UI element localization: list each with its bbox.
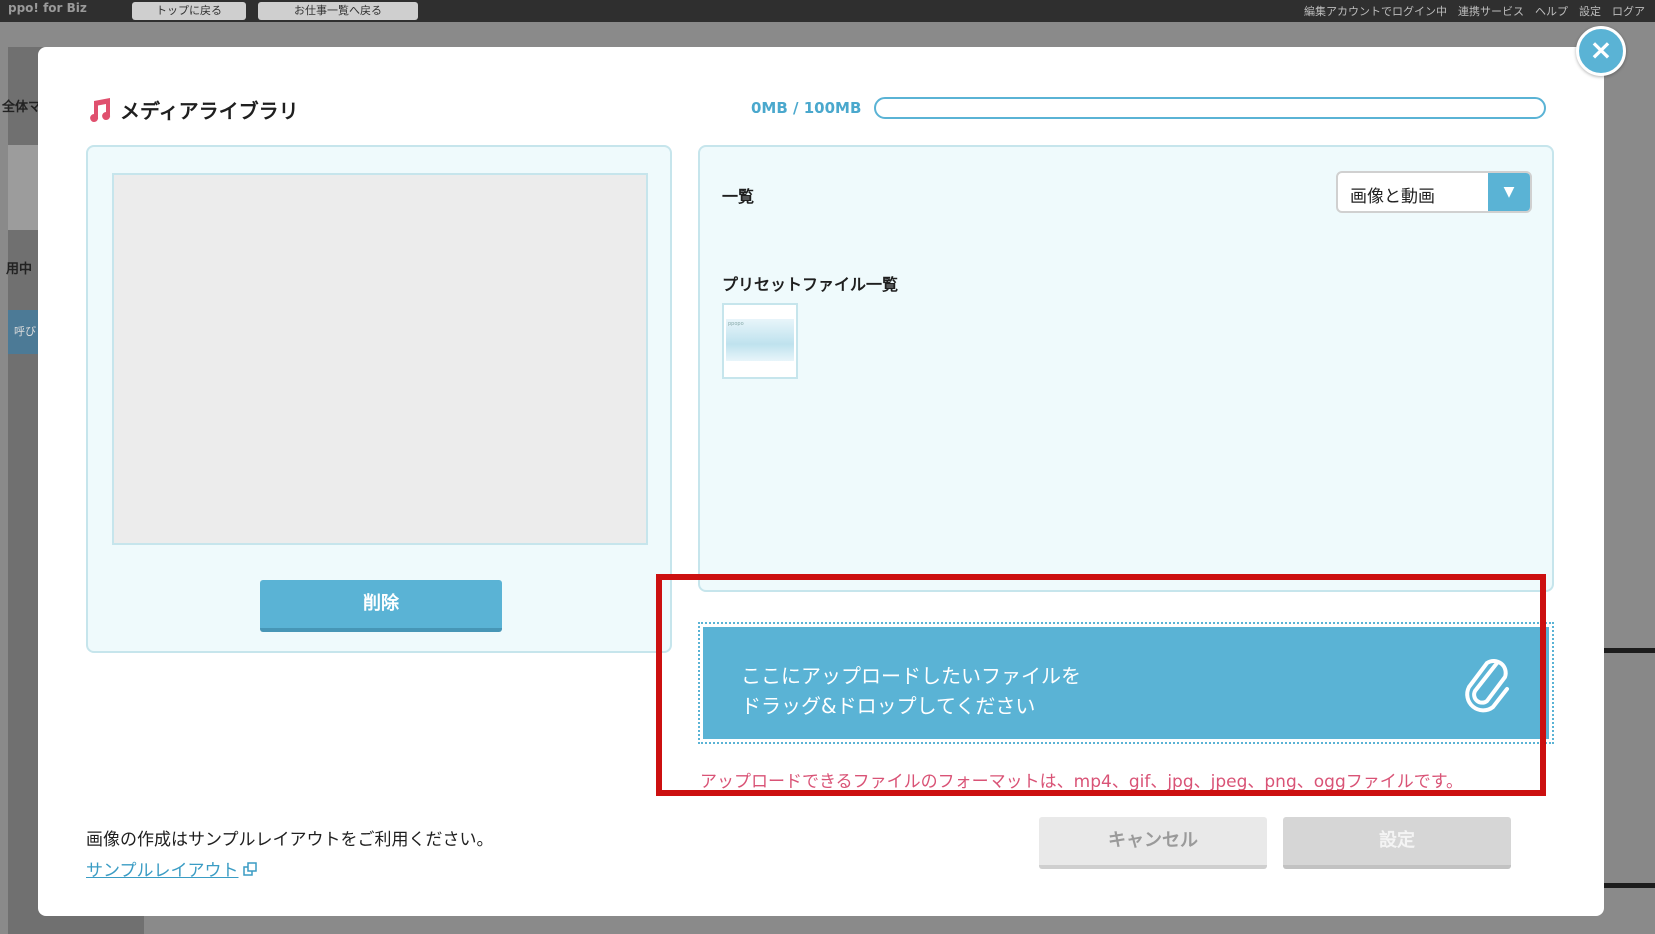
media-type-select[interactable]: 画像と動画 ▼ [1336, 171, 1532, 213]
sample-layout-link-text: サンプルレイアウト [86, 861, 239, 881]
file-list-panel: 一覧 画像と動画 ▼ プリセットファイル一覧 ppopo [698, 145, 1554, 592]
background-jobs-button: お仕事一覧へ戻る [258, 2, 418, 20]
thumbnail-text: ppopo [728, 321, 744, 327]
media-preview-area [112, 173, 648, 545]
background-text: 用中 [6, 262, 33, 277]
preset-file-thumbnail[interactable]: ppopo [722, 303, 798, 379]
background-button: 呼び [8, 310, 38, 354]
music-note-icon [90, 98, 111, 122]
modal-title: メディアライブラリ [86, 95, 299, 123]
background-top-button: トップに戻る [132, 2, 246, 20]
external-link-icon [242, 861, 257, 876]
media-type-select-value: 画像と動画 [1350, 187, 1435, 207]
cancel-button[interactable]: キャンセル [1039, 817, 1267, 869]
background-logo: ppo! for Biz [8, 1, 87, 15]
sample-layout-link[interactable]: サンプルレイアウト [86, 856, 257, 881]
storage-progress-bar [874, 97, 1546, 119]
confirm-button[interactable]: 設定 [1283, 817, 1511, 869]
highlight-annotation-box [656, 574, 1546, 796]
media-library-modal: メディアライブラリ 0MB / 100MB 削除 一覧 画像と動画 ▼ プリセッ… [38, 47, 1604, 916]
sample-layout-note: 画像の作成はサンプルレイアウトをご利用ください。 [86, 830, 494, 850]
chevron-down-icon: ▼ [1488, 173, 1530, 211]
background-text: 全体マ [2, 100, 42, 115]
preview-panel: 削除 [86, 145, 672, 653]
background-topbar: ppo! for Biz トップに戻る お仕事一覧へ戻る 編集アカウントでログイ… [0, 0, 1655, 22]
preset-files-label: プリセットファイル一覧 [722, 275, 899, 294]
modal-title-text: メディアライブラリ [120, 98, 299, 123]
background-block [8, 145, 38, 230]
close-icon[interactable]: × [1576, 26, 1626, 76]
storage-usage-text: 0MB / 100MB [751, 99, 862, 117]
background-nav-links: 編集アカウントでログイン中 連携サービス ヘルプ 設定 ログア [1304, 5, 1645, 18]
list-label: 一覧 [722, 187, 755, 206]
delete-button[interactable]: 削除 [260, 580, 502, 632]
